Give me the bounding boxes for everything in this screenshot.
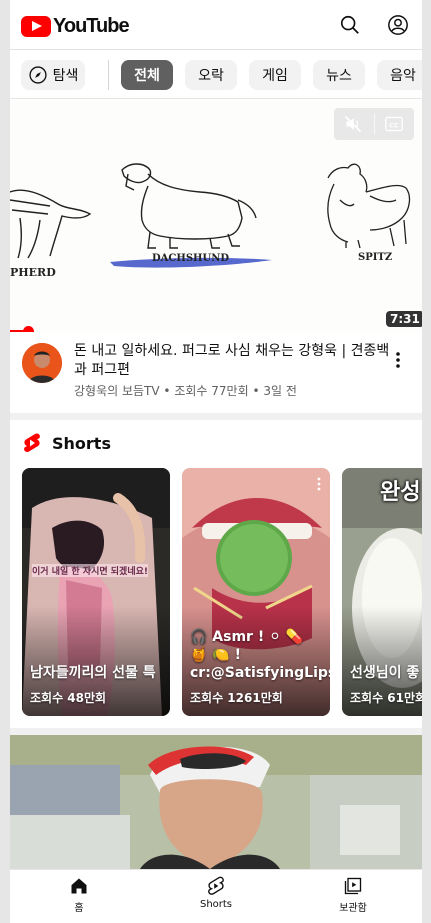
nav-shorts[interactable]: Shorts (166, 876, 266, 910)
chip-all[interactable]: 전체 (121, 60, 173, 90)
short-overlay-caption: 완성 (380, 480, 421, 505)
meta-separator: • (248, 384, 264, 398)
meta-separator: • (159, 384, 175, 398)
short-card[interactable]: 완성 선생님이 좋 피크국국 조회수 61만회 (342, 468, 422, 716)
channel-name[interactable]: 강형욱의 보듬TV (74, 384, 160, 398)
youtube-mobile-app: YouTube 탐색 전체 오락 게임 뉴스 음악 PHERD DACHSHUN… (10, 0, 422, 923)
shorts-shelf-header: Shorts (22, 432, 111, 454)
short-title: 🎧 Asmr ! ⚪ 💊 🍯 🍋 ! cr:@SatisfyingLips (190, 629, 330, 681)
shorts-shelf-title: Shorts (52, 433, 111, 453)
nav-shorts-label: Shorts (199, 899, 233, 910)
drawing-label: SPITZ (358, 252, 392, 263)
video-more-options-button[interactable] (390, 350, 406, 370)
youtube-play-logo-icon (21, 16, 51, 37)
mute-button[interactable] (342, 114, 364, 134)
chip-entertainment[interactable]: 오락 (185, 60, 237, 90)
short-overlay-caption: 이거 내일 한 자시면 되겠네요! (32, 564, 148, 577)
view-count: 조회수 77만회 (174, 384, 249, 398)
more-vertical-icon (317, 477, 321, 491)
account-button[interactable] (386, 13, 410, 37)
explore-chip[interactable]: 탐색 (21, 60, 85, 90)
short-card[interactable]: 🎧 Asmr ! ⚪ 💊 🍯 🍋 ! cr:@SatisfyingLips 조회… (182, 468, 330, 716)
drawing-label: PHERD (10, 266, 56, 279)
youtube-logo[interactable]: YouTube (21, 15, 130, 38)
top-app-bar: YouTube (10, 0, 422, 50)
section-divider (10, 728, 422, 735)
chip-label: 게임 (262, 68, 288, 84)
library-icon (344, 877, 362, 895)
video-duration-badge: 7:31 (386, 311, 422, 327)
account-icon (388, 15, 408, 35)
search-button[interactable] (338, 13, 362, 37)
more-vertical-icon (396, 352, 400, 368)
captions-button[interactable]: CC (384, 115, 404, 133)
muted-speaker-icon (344, 115, 362, 133)
home-icon (71, 878, 87, 894)
video-info-row[interactable]: 돈 내고 일하세요. 퍼그로 사심 채우는 강형욱 | 견종백과 퍼그편 강형욱… (10, 333, 422, 413)
chip-music[interactable]: 음악 (377, 60, 422, 90)
upload-age: 3일 전 (263, 384, 297, 398)
chip-news[interactable]: 뉴스 (313, 60, 365, 90)
video-player[interactable]: PHERD DACHSHUND SPITZ CC 7:31 (10, 100, 422, 332)
shorts-shelf: Shorts 이거 내일 한 자시면 되겠네요! 남자들끼리의 선물 특 조회수… (10, 420, 422, 728)
shorts-icon (208, 876, 224, 895)
short-more-button[interactable] (316, 476, 322, 495)
short-view-count: 조회수 1261만회 (190, 691, 283, 705)
video-thumbnail[interactable] (10, 735, 422, 869)
chip-divider (108, 60, 109, 90)
video-thumbnail-image (10, 735, 422, 869)
short-view-count: 조회수 61만회 (350, 691, 422, 705)
video-title[interactable]: 돈 내고 일하세요. 퍼그로 사심 채우는 강형욱 | 견종백과 퍼그편 (74, 342, 390, 380)
playback-scrubber-handle[interactable] (23, 326, 34, 332)
player-controls: CC (334, 108, 414, 140)
chip-label: 전체 (134, 68, 160, 84)
nav-home-label: 홈 (74, 903, 84, 914)
explore-chip-label: 탐색 (52, 68, 79, 84)
channel-avatar[interactable] (22, 343, 62, 383)
short-view-count: 조회수 48만회 (30, 691, 107, 705)
section-divider (10, 413, 422, 420)
channel-avatar-image (22, 343, 62, 383)
compass-icon (29, 66, 47, 84)
search-icon (340, 15, 359, 34)
video-metadata: 강형욱의 보듬TV • 조회수 77만회 • 3일 전 (74, 382, 297, 399)
nav-home[interactable]: 홈 (29, 876, 129, 914)
shorts-logo-icon (24, 433, 40, 452)
chip-gaming[interactable]: 게임 (249, 60, 301, 90)
control-divider (374, 114, 375, 134)
short-title: 남자들끼리의 선물 특 (30, 665, 156, 681)
logo-text: YouTube (53, 15, 130, 37)
short-card[interactable]: 이거 내일 한 자시면 되겠네요! 남자들끼리의 선물 특 조회수 48만회 (22, 468, 170, 716)
bottom-navigation-bar: 홈 Shorts 보관함 (10, 869, 422, 923)
nav-library[interactable]: 보관함 (303, 876, 403, 914)
short-title: 선생님이 좋 피크국국 (350, 665, 422, 681)
closed-captions-icon: CC (385, 116, 403, 132)
nav-library-label: 보관함 (339, 903, 367, 914)
category-chip-bar: 탐색 전체 오락 게임 뉴스 음악 (10, 51, 422, 99)
chip-label: 오락 (198, 68, 224, 84)
svg-text:CC: CC (389, 121, 399, 129)
chip-label: 음악 (390, 68, 416, 84)
chip-label: 뉴스 (326, 68, 352, 84)
drawing-label: DACHSHUND (152, 253, 229, 264)
